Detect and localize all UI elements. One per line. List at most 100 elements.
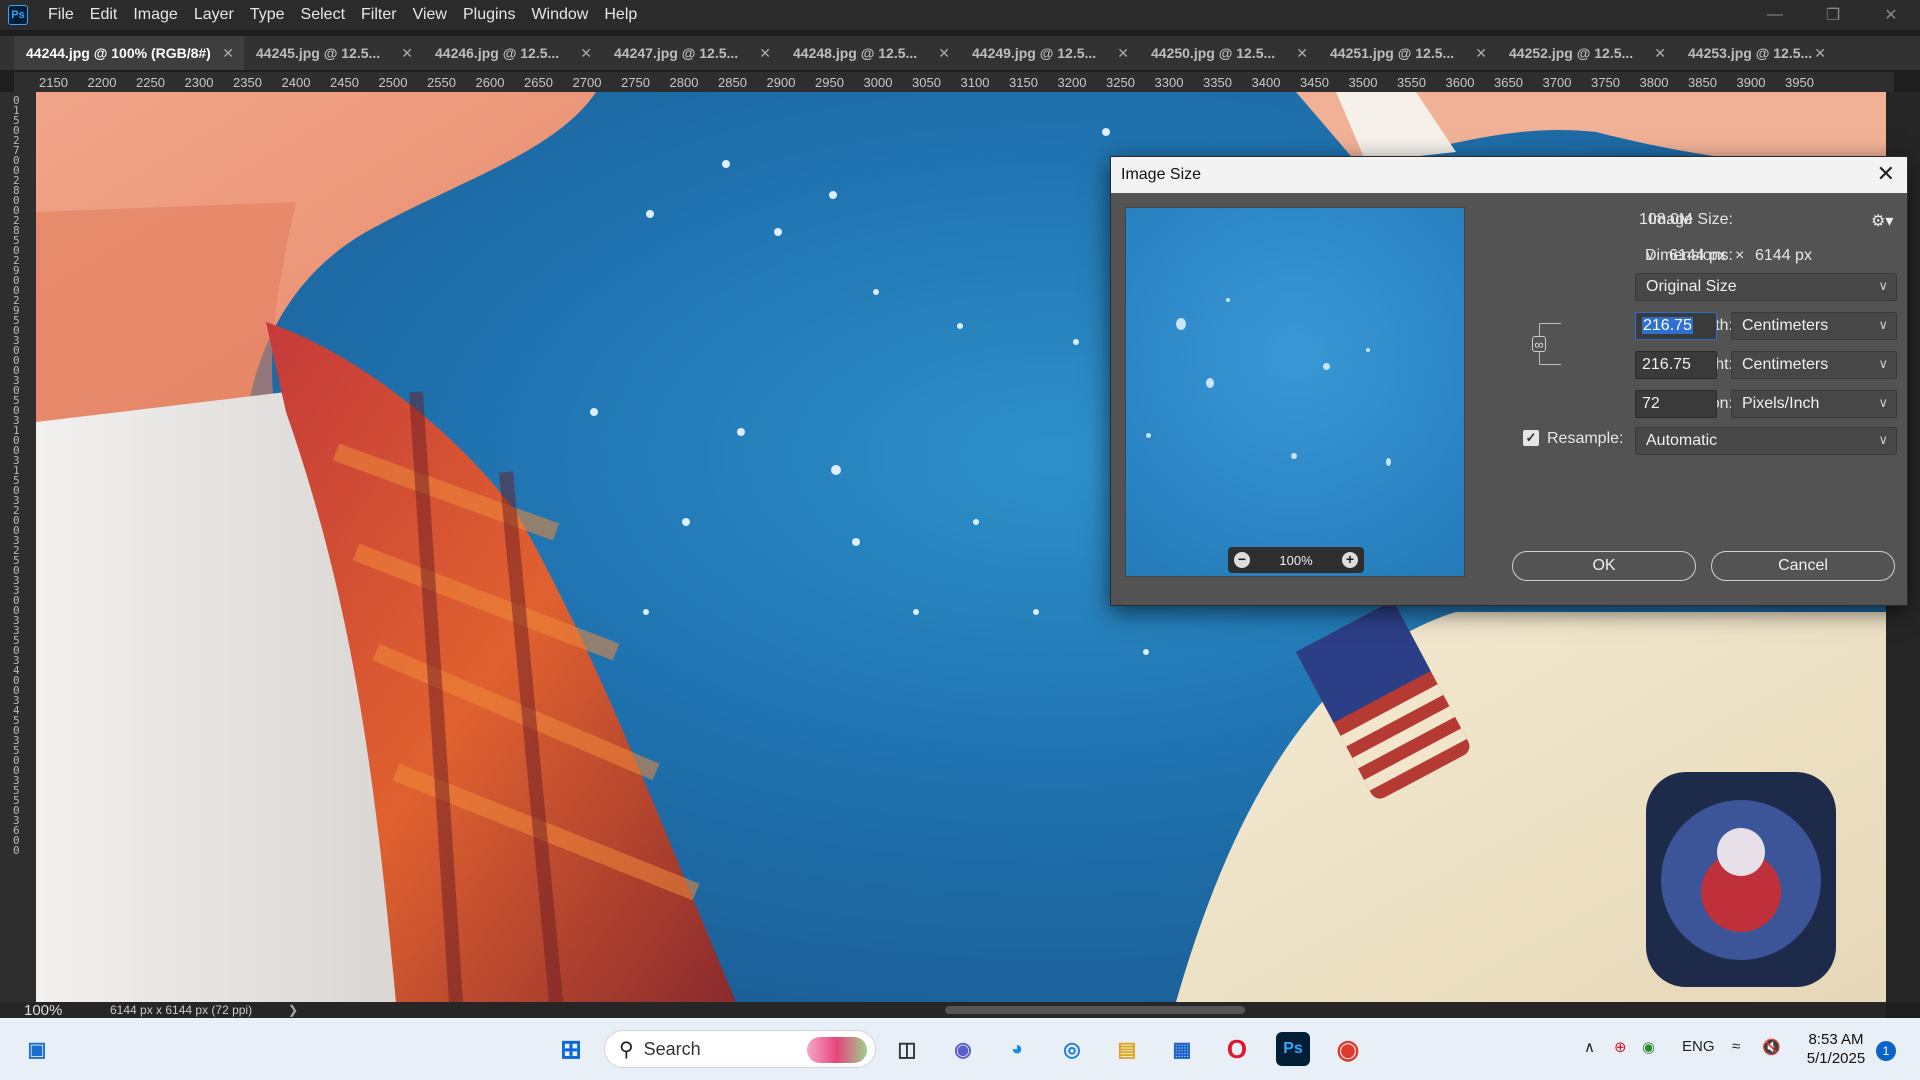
menu-image[interactable]: Image <box>125 0 185 30</box>
zoom-in-icon[interactable]: + <box>1342 552 1358 568</box>
windows-taskbar: ▣ ⊞ ⚲ Search ◫ ◉ ◕ ◎ ▤ ▦ O Ps ◉ ∧ ⊕ ◉ EN… <box>0 1018 1920 1080</box>
ruler-tick-label: 2850 <box>718 75 747 90</box>
document-tab[interactable]: 44245.jpg @ 12.5... ✕ <box>244 36 423 70</box>
menu-type[interactable]: Type <box>242 0 293 30</box>
zoom-out-icon[interactable]: − <box>1234 552 1250 568</box>
document-tab[interactable]: 44253.jpg @ 12.5... ✕ <box>1676 36 1836 70</box>
ruler-tick-label: 2600 <box>475 75 505 90</box>
ruler-tick-label: 3950 <box>1785 75 1814 90</box>
document-tab[interactable]: 44249.jpg @ 12.5... ✕ <box>960 36 1139 70</box>
document-tab[interactable]: 44244.jpg @ 100% (RGB/8#) ✕ <box>14 36 244 70</box>
fit-to-select[interactable]: Original Size ∨ <box>1635 273 1897 301</box>
menu-view[interactable]: View <box>405 0 455 30</box>
chevron-down-icon[interactable]: ∨ <box>1641 247 1659 265</box>
resample-checkbox[interactable]: ✓ <box>1523 430 1539 446</box>
cancel-button[interactable]: Cancel <box>1711 551 1895 581</box>
chevron-up-icon[interactable]: ∧ <box>1584 1038 1595 1056</box>
menu-plugins[interactable]: Plugins <box>455 0 523 30</box>
close-tab-icon[interactable]: ✕ <box>1296 45 1308 62</box>
ruler-tick-label: 3700 <box>1542 75 1572 90</box>
preview-zoom-level: 100% <box>1279 552 1313 568</box>
height-input[interactable]: 216.75 <box>1635 351 1717 379</box>
preview-speck <box>1206 378 1214 388</box>
ruler-tick-label: 2400 <box>281 75 311 90</box>
resolution-input[interactable]: 72 <box>1635 390 1717 418</box>
globe-icon[interactable]: ◉ <box>1642 1038 1655 1056</box>
resolution-unit-select[interactable]: Pixels/Inch ∨ <box>1731 390 1897 418</box>
menu-window[interactable]: Window <box>523 0 596 30</box>
search-placeholder: Search <box>643 1038 701 1059</box>
close-icon[interactable]: ✕ <box>1862 0 1920 30</box>
close-tab-icon[interactable]: ✕ <box>580 45 592 62</box>
close-tab-icon[interactable]: ✕ <box>938 45 950 62</box>
close-tab-icon[interactable]: ✕ <box>759 45 771 62</box>
document-tab[interactable]: 44251.jpg @ 12.5... ✕ <box>1318 36 1497 70</box>
minimize-icon[interactable]: — <box>1746 0 1804 30</box>
language-indicator[interactable]: ENG <box>1682 1038 1715 1055</box>
image-size-dialog: Image Size ✕ − 100% + Image Size: 108.0M… <box>1110 156 1908 606</box>
clock[interactable]: 8:53 AM 5/1/2025 <box>1806 1030 1866 1068</box>
close-icon[interactable]: ✕ <box>1877 161 1895 187</box>
notification-badge[interactable]: 1 <box>1876 1041 1896 1061</box>
document-tab[interactable]: 44247.jpg @ 12.5... ✕ <box>602 36 781 70</box>
volume-muted-icon[interactable]: 🔇 <box>1762 1038 1781 1056</box>
horizontal-scrollbar[interactable] <box>300 1002 1886 1018</box>
ruler-tick-label: 3050 <box>912 75 941 90</box>
wifi-icon[interactable]: ≈ <box>1732 1038 1740 1055</box>
close-tab-icon[interactable]: ✕ <box>222 45 234 62</box>
menu-file[interactable]: File <box>40 0 82 30</box>
document-tab[interactable]: 44250.jpg @ 12.5... ✕ <box>1139 36 1318 70</box>
close-tab-icon[interactable]: ✕ <box>1814 45 1826 62</box>
task-view-icon[interactable]: ◫ <box>890 1032 924 1066</box>
opera-icon[interactable]: O <box>1220 1032 1254 1066</box>
ruler-tick-label: 3650 <box>1494 75 1523 90</box>
chevron-down-icon: ∨ <box>1878 278 1888 293</box>
ok-button[interactable]: OK <box>1512 551 1696 581</box>
photoshop-icon[interactable]: Ps <box>1276 1032 1310 1066</box>
dialog-titlebar[interactable]: Image Size ✕ <box>1111 157 1907 193</box>
menu-layer[interactable]: Layer <box>186 0 242 30</box>
document-tab[interactable]: 44246.jpg @ 12.5... ✕ <box>423 36 602 70</box>
preview-speck <box>1176 318 1186 330</box>
ruler-tick-label: 3300 <box>1154 75 1184 90</box>
scroll-thumb[interactable] <box>945 1006 1245 1014</box>
widgets-icon[interactable]: ▣ <box>20 1032 54 1066</box>
taskbar-search[interactable]: ⚲ Search <box>604 1030 876 1068</box>
windows-start-icon[interactable]: ⊞ <box>554 1032 588 1066</box>
document-tab[interactable]: 44248.jpg @ 12.5... ✕ <box>781 36 960 70</box>
gear-icon[interactable]: ⚙▾ <box>1871 211 1893 231</box>
resample-select[interactable]: Automatic ∨ <box>1635 427 1897 455</box>
chrome-icon[interactable]: ◉ <box>1331 1032 1365 1066</box>
menu-select[interactable]: Select <box>293 0 353 30</box>
ruler-tick-label: 2750 <box>621 75 650 90</box>
close-tab-icon[interactable]: ✕ <box>1654 45 1666 62</box>
width-unit-select[interactable]: Centimeters ∨ <box>1731 312 1897 340</box>
menu-filter[interactable]: Filter <box>353 0 405 30</box>
resample-label: Resample: <box>1547 430 1624 447</box>
document-tab[interactable]: 44252.jpg @ 12.5... ✕ <box>1497 36 1676 70</box>
height-value: 216.75 <box>1642 356 1691 373</box>
vpn-icon[interactable]: ⊕ <box>1614 1038 1627 1056</box>
menu-edit[interactable]: Edit <box>82 0 126 30</box>
width-input[interactable]: 216.75 <box>1635 312 1717 340</box>
ruler-tick-label: 3400 <box>1251 75 1281 90</box>
width-value: 216.75 <box>1642 317 1693 334</box>
store-icon[interactable]: ▦ <box>1165 1032 1199 1066</box>
ruler-tick-label: 2800 <box>669 75 699 90</box>
menu-help[interactable]: Help <box>596 0 645 30</box>
status-zoom[interactable]: 100% <box>0 1002 75 1019</box>
chain-link-icon[interactable]: ∞ <box>1532 336 1546 352</box>
edge-icon[interactable]: ◕ <box>1000 1032 1034 1066</box>
close-tab-icon[interactable]: ✕ <box>401 45 413 62</box>
file-explorer-icon[interactable]: ▤ <box>1110 1032 1144 1066</box>
chevron-down-icon: ∨ <box>1878 356 1888 371</box>
image-preview[interactable]: − 100% + <box>1125 207 1465 577</box>
height-unit-select[interactable]: Centimeters ∨ <box>1731 351 1897 379</box>
lens-icon[interactable]: ◎ <box>1055 1032 1089 1066</box>
restore-icon[interactable]: ❐ <box>1804 0 1862 30</box>
teams-icon[interactable]: ◉ <box>946 1032 980 1066</box>
close-tab-icon[interactable]: ✕ <box>1117 45 1129 62</box>
chevron-right-icon[interactable]: ❯ <box>288 1003 298 1017</box>
ruler-tick-label: 3150 <box>1009 75 1038 90</box>
close-tab-icon[interactable]: ✕ <box>1475 45 1487 62</box>
